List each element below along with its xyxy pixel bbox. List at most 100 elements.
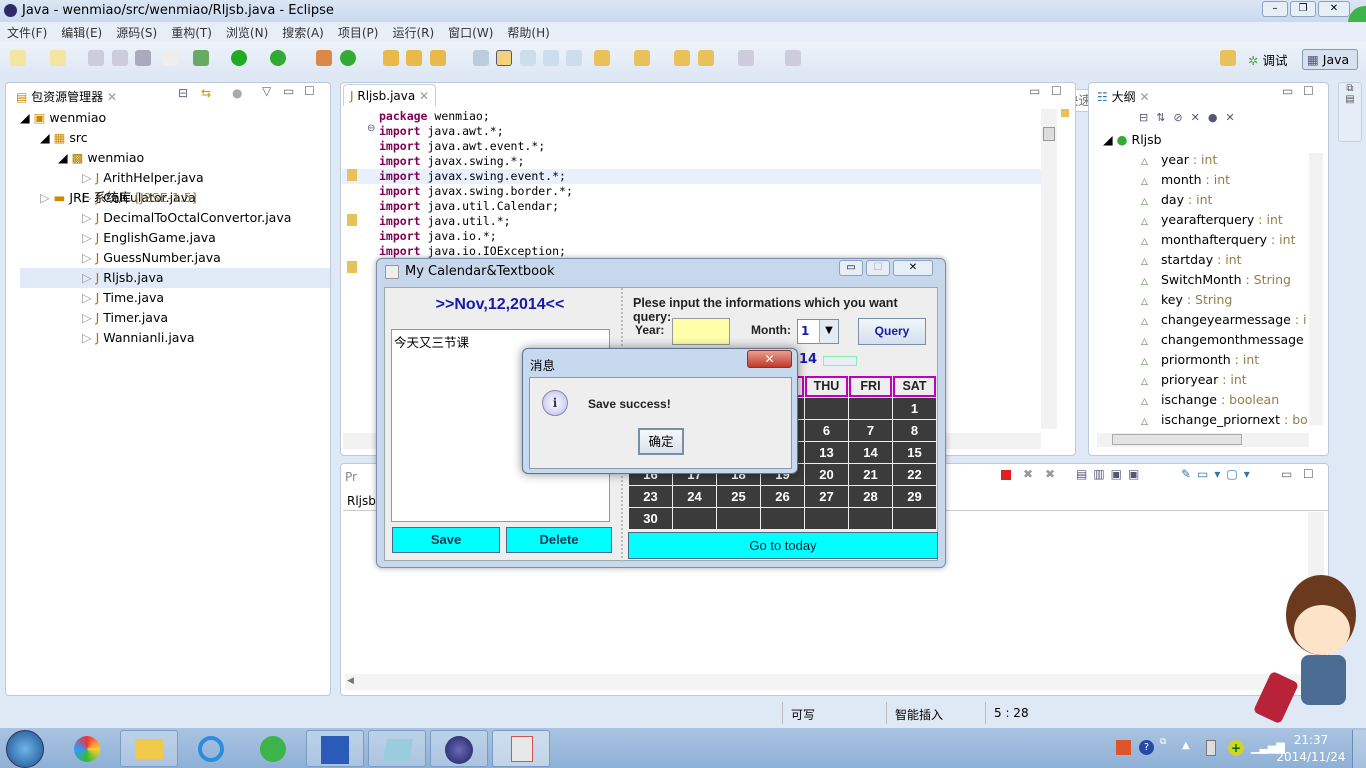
close-tab-icon[interactable]: ✕ bbox=[1139, 90, 1149, 104]
outline-field[interactable]: △ changemonthmessage bbox=[1103, 330, 1308, 350]
mark-occurrences-icon[interactable] bbox=[496, 50, 512, 66]
minimize-outline-icon[interactable]: ▭ bbox=[1282, 84, 1293, 98]
close-tab-icon[interactable]: ✕ bbox=[419, 89, 429, 103]
maximize-button[interactable]: ❐ bbox=[1290, 1, 1316, 17]
day-cell[interactable] bbox=[761, 508, 804, 529]
menu-search[interactable]: 搜索(A) bbox=[275, 22, 331, 41]
day-cell[interactable] bbox=[805, 398, 848, 419]
usb-icon[interactable] bbox=[1206, 740, 1216, 756]
show-whitespace-icon[interactable] bbox=[566, 50, 582, 66]
day-cell[interactable]: 23 bbox=[629, 486, 672, 507]
expand-icon[interactable]: ▷ bbox=[82, 330, 92, 345]
day-cell[interactable] bbox=[805, 508, 848, 529]
display-console-icons[interactable]: ✎▭▾▢▾ bbox=[1181, 467, 1256, 481]
expand-icon[interactable]: ▷ bbox=[82, 230, 92, 245]
maximize-console-icon[interactable]: ☐ bbox=[1303, 467, 1314, 481]
collapse-icon[interactable]: ◢ bbox=[40, 130, 50, 145]
print-icon[interactable] bbox=[135, 50, 151, 66]
outline-field[interactable]: △ key : String bbox=[1103, 290, 1308, 310]
calendar-minimize-button[interactable]: ▭ bbox=[839, 260, 863, 276]
taskbar-java[interactable] bbox=[492, 730, 550, 767]
day-cell[interactable]: 6 bbox=[805, 420, 848, 441]
outline-field[interactable]: △ prioryear : int bbox=[1103, 370, 1308, 390]
menu-file[interactable]: 文件(F) bbox=[0, 22, 54, 41]
expand-icon[interactable]: ▷ bbox=[82, 250, 92, 265]
day-cell[interactable]: 28 bbox=[849, 486, 892, 507]
close-tab-icon[interactable]: ✕ bbox=[107, 90, 117, 104]
year-input[interactable] bbox=[672, 318, 730, 345]
expand-icon[interactable]: ▷ bbox=[82, 310, 92, 325]
tree-file[interactable]: ▷ J GuessNumber.java bbox=[20, 248, 330, 268]
new-icon[interactable] bbox=[10, 50, 26, 66]
expand-icon[interactable]: ▷ bbox=[82, 290, 92, 305]
editor-vertical-scrollbar[interactable] bbox=[1041, 109, 1057, 429]
last-edit-icon[interactable] bbox=[674, 50, 690, 66]
outline-vertical-scrollbar[interactable] bbox=[1309, 153, 1323, 425]
save-all-icon[interactable] bbox=[112, 50, 128, 66]
day-cell[interactable] bbox=[717, 508, 760, 529]
open-folder-icon[interactable] bbox=[406, 50, 422, 66]
perspective-java[interactable]: ▦ Java bbox=[1302, 49, 1358, 70]
security-tray-icon[interactable]: + bbox=[1228, 740, 1244, 756]
day-cell[interactable]: 20 bbox=[805, 464, 848, 485]
debug-icon[interactable] bbox=[193, 50, 209, 66]
outline-field[interactable]: △ day : int bbox=[1103, 190, 1308, 210]
outline-field[interactable]: △ month : int bbox=[1103, 170, 1308, 190]
taskbar-app-3[interactable] bbox=[182, 730, 240, 767]
back-icon[interactable] bbox=[698, 50, 714, 66]
query-button[interactable]: Query bbox=[858, 318, 926, 345]
tab-outline[interactable]: ☷ 大纲 ✕ bbox=[1091, 84, 1156, 106]
perspective-debug[interactable]: ✲ 调试 bbox=[1248, 50, 1287, 69]
tree-file[interactable]: ▷ J DecimalToOctalConvertor.java bbox=[20, 208, 330, 228]
code-editor[interactable]: package wenmiao; import java.awt.*; import… bbox=[379, 109, 573, 259]
tab-rljsb-java[interactable]: J Rljsb.java ✕ bbox=[343, 84, 437, 106]
minimize-console-icon[interactable]: ▭ bbox=[1281, 467, 1292, 481]
taskbar-browser[interactable] bbox=[244, 730, 302, 767]
maximize-editor-icon[interactable]: ☐ bbox=[1051, 84, 1062, 98]
day-cell[interactable]: 1 bbox=[893, 398, 936, 419]
tab-package-explorer[interactable]: ▤ 包资源管理器 ✕ bbox=[10, 84, 124, 106]
calendar-maximize-button[interactable]: ☐ bbox=[866, 260, 890, 276]
tree-file[interactable]: ▷ J ArithHelper.java bbox=[20, 168, 330, 188]
day-cell[interactable]: 7 bbox=[849, 420, 892, 441]
sogou-ime-icon[interactable] bbox=[1116, 740, 1131, 755]
annotation-icon[interactable] bbox=[520, 50, 536, 66]
taskbar-notepad[interactable] bbox=[368, 730, 426, 767]
day-cell[interactable] bbox=[673, 508, 716, 529]
scroll-thumb[interactable] bbox=[1112, 434, 1242, 445]
problems-tab[interactable]: Pr bbox=[345, 470, 357, 484]
filter-icon[interactable]: ● bbox=[232, 86, 242, 100]
trim-stack-restore-icon[interactable]: ⧉ ▤ bbox=[1338, 82, 1362, 142]
menu-refactor[interactable]: 重构(T) bbox=[164, 22, 219, 41]
close-button[interactable]: ✕ bbox=[1318, 1, 1350, 17]
expand-icon[interactable]: ▷ bbox=[82, 170, 92, 185]
menu-help[interactable]: 帮助(H) bbox=[500, 22, 556, 41]
day-cell[interactable]: 22 bbox=[893, 464, 936, 485]
outline-field[interactable]: △ startday : int bbox=[1103, 250, 1308, 270]
tree-file[interactable]: ▷ J Time.java bbox=[20, 288, 330, 308]
tree-file[interactable]: ▷ J Timer.java bbox=[20, 308, 330, 328]
start-button[interactable] bbox=[6, 730, 44, 768]
menu-run[interactable]: 运行(R) bbox=[385, 22, 441, 41]
day-cell[interactable]: 26 bbox=[761, 486, 804, 507]
skip-breakpoints-icon[interactable] bbox=[162, 50, 178, 66]
day-cell[interactable]: 25 bbox=[717, 486, 760, 507]
menu-window[interactable]: 窗口(W) bbox=[441, 22, 500, 41]
outline-field[interactable]: △ ischange_priornext : bo bbox=[1103, 410, 1308, 430]
terminate-icon[interactable] bbox=[1001, 470, 1011, 480]
maximize-outline-icon[interactable]: ☐ bbox=[1303, 84, 1314, 98]
save-button[interactable]: Save bbox=[392, 527, 500, 553]
next-annotation-icon[interactable] bbox=[594, 50, 610, 66]
tree-project[interactable]: ◢ ▣ wenmiao bbox=[20, 108, 330, 128]
day-cell[interactable]: 15 bbox=[893, 442, 936, 463]
tree-src[interactable]: ◢ ▦ src bbox=[20, 128, 330, 148]
view-menu-icon[interactable]: ▽ bbox=[262, 84, 271, 98]
expand-icon[interactable]: ▷ bbox=[82, 210, 92, 225]
expand-icon[interactable]: ▷ bbox=[40, 190, 50, 205]
day-cell[interactable]: 13 bbox=[805, 442, 848, 463]
remove-all-icon[interactable]: ✖ bbox=[1045, 467, 1055, 481]
ok-button[interactable]: 确定 bbox=[638, 428, 684, 455]
tree-file[interactable]: ▷ J Wannianli.java bbox=[20, 328, 330, 348]
search-icon[interactable] bbox=[430, 50, 446, 66]
delete-button[interactable]: Delete bbox=[506, 527, 612, 553]
